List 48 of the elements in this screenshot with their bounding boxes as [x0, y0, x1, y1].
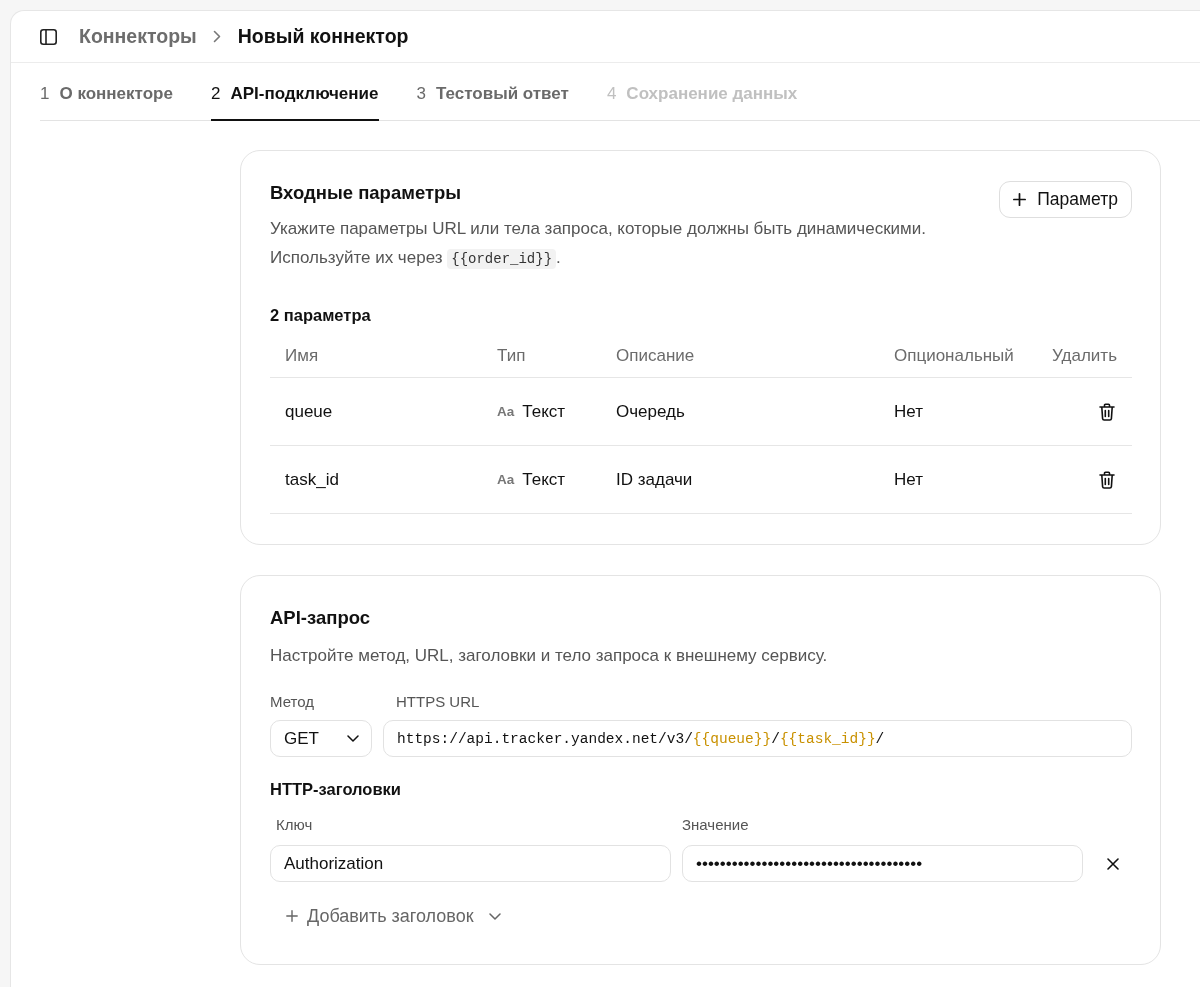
chevron-down-icon — [347, 735, 359, 742]
field-label: Метод — [270, 693, 315, 711]
text-type-icon: Aa — [497, 404, 515, 419]
plus-icon — [286, 910, 298, 922]
description-text: Укажите параметры URL или тела запроса, которые должны быть динамическими. Используйте их через {{order_id}} . — [270, 218, 926, 271]
breadcrumb-link[interactable]: Коннекторы — [79, 25, 197, 48]
column-header: Тип — [496, 346, 527, 366]
table-cell-text: Нет — [893, 401, 924, 422]
column-header: Опциональный — [893, 346, 1015, 366]
card-title: Входные параметры — [270, 182, 463, 204]
sidebar-icon[interactable] — [40, 28, 57, 45]
chevron-right-icon — [212, 30, 221, 43]
description-text: Настройте метод, URL, заголовки и тело запроса к внешнему сервису. — [270, 645, 829, 667]
chevron-down-icon — [488, 912, 501, 920]
section-title: HTTP-заголовки — [270, 779, 402, 799]
breadcrumb-current: Новый коннектор — [237, 25, 409, 48]
parameter-count: 2 параметра — [270, 305, 372, 325]
header-value-field[interactable]: •••••••••••••••••••••••••••••••••••••• — [682, 845, 1083, 882]
column-header: Описание — [615, 346, 696, 366]
step-tab[interactable]: 2 API-подключение — [210, 63, 379, 121]
add-parameter-button[interactable]: Параметр — [999, 181, 1132, 218]
url-field[interactable]: https://api.tracker.yandex.net/v3/{{queue}}/{{task_id}}/ — [383, 720, 1132, 757]
step-tab[interactable]: 3 Тестовый ответ — [416, 63, 569, 121]
delete-button[interactable] — [1099, 470, 1115, 489]
field-label: Значение — [682, 816, 750, 834]
table-cell: Текст — [522, 469, 566, 490]
text-type-icon: Aa — [497, 472, 515, 487]
table-cell-text: queue — [284, 401, 334, 422]
card-title: API-запрос — [270, 607, 372, 629]
plus-icon — [1013, 193, 1027, 206]
field-label: HTTPS URL — [395, 693, 481, 711]
field-label: Ключ — [275, 816, 314, 834]
table-cell-text: ID задачи — [615, 469, 694, 490]
close-icon — [1107, 857, 1119, 870]
add-header-button[interactable]: Добавить заголовок — [270, 898, 501, 934]
remove-header-button[interactable] — [1107, 857, 1119, 870]
table-cell-text: Очередь — [615, 401, 686, 422]
method-select[interactable]: GET — [270, 720, 372, 757]
header-key-field[interactable]: Authorization — [270, 845, 671, 882]
column-header: Удалить — [1052, 346, 1117, 366]
step-tab[interactable]: 1 О коннекторе — [40, 63, 173, 121]
table-cell: Текст — [522, 401, 566, 422]
trash-icon — [1099, 470, 1115, 489]
table-cell-text: task_id — [284, 469, 340, 490]
delete-button[interactable] — [1099, 402, 1115, 421]
column-header: Имя — [284, 346, 320, 366]
trash-icon — [1099, 402, 1115, 421]
table-cell-text: Нет — [893, 469, 924, 490]
